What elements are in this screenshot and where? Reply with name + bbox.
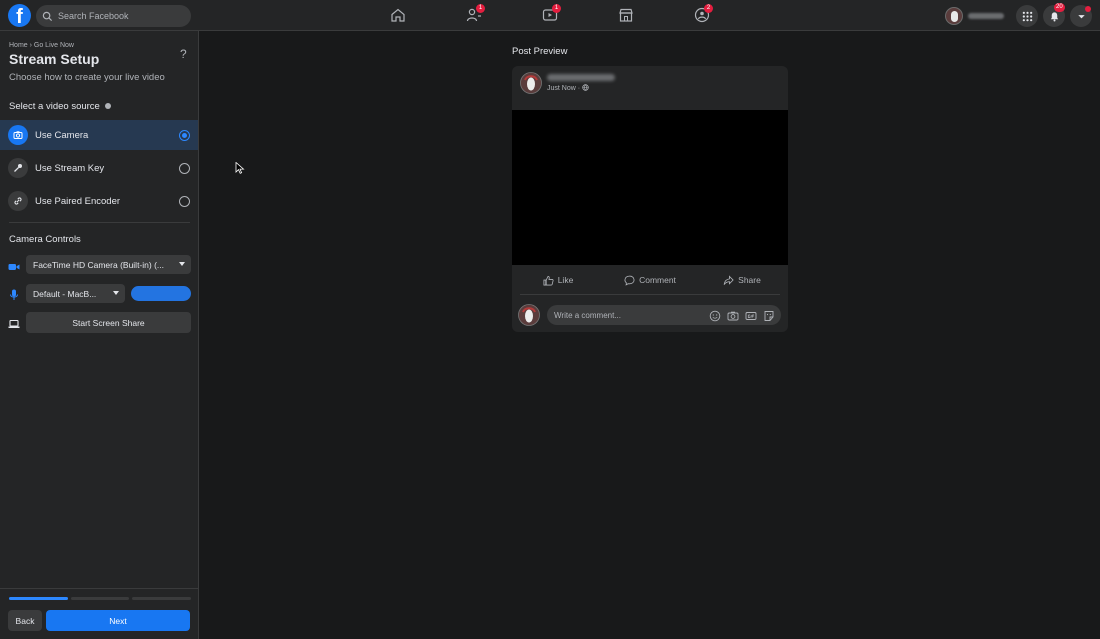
video-camera-icon <box>8 260 20 272</box>
marketplace-icon <box>619 8 633 22</box>
footer-divider <box>0 588 198 589</box>
menu-button[interactable] <box>1016 5 1038 27</box>
groups-badge: 2 <box>704 4 713 13</box>
camera-select-value: FaceTime HD Camera (Built-in) (... <box>33 259 164 270</box>
nav-home[interactable] <box>390 7 408 25</box>
camera-icon <box>8 125 28 145</box>
start-screen-share-button[interactable]: Start Screen Share <box>26 312 191 333</box>
account-alert-dot <box>1085 6 1091 12</box>
facebook-logo-icon[interactable]: f <box>8 4 31 27</box>
comment-box[interactable] <box>547 305 781 325</box>
search-box[interactable] <box>36 5 191 27</box>
avatar <box>518 304 540 326</box>
progress-step-1 <box>9 597 68 600</box>
chevron-down-icon <box>179 262 185 266</box>
avatar <box>945 7 963 25</box>
share-icon <box>723 274 734 285</box>
progress-step-3 <box>132 597 191 600</box>
key-icon <box>8 158 28 178</box>
microphone-icon <box>8 288 20 300</box>
chevron-down-icon <box>113 291 119 295</box>
comment-button[interactable]: Comment <box>604 269 696 291</box>
progress-step-2 <box>71 597 129 600</box>
thumbs-up-icon <box>543 275 554 285</box>
like-button[interactable]: Like <box>512 269 604 291</box>
search-icon <box>42 11 53 21</box>
post-timestamp: Just Now · <box>547 84 589 92</box>
profile-chip[interactable] <box>945 6 1009 26</box>
page-subtitle: Choose how to create your live video <box>9 72 165 83</box>
emoji-icon[interactable] <box>709 309 721 322</box>
divider <box>9 222 190 223</box>
microphone-select[interactable]: Default - MacB... <box>26 284 125 303</box>
nav-groups[interactable]: 2 <box>694 4 713 25</box>
share-label: Share <box>738 275 761 285</box>
source-option-paired-encoder[interactable]: Use Paired Encoder <box>0 186 198 216</box>
back-button[interactable]: Back <box>8 610 42 631</box>
gif-icon[interactable] <box>745 309 757 321</box>
post-author-name-blurred <box>547 74 615 81</box>
source-label: Use Camera <box>35 129 89 141</box>
top-navigation-bar: f 1 1 2 20 <box>0 0 1100 31</box>
bell-icon <box>1050 11 1058 21</box>
post-preview-card: Just Now · Like Comment Share <box>512 66 788 332</box>
radio-button-camera[interactable] <box>179 129 190 141</box>
post-actions: Like Comment Share <box>512 269 788 291</box>
source-option-camera[interactable]: Use Camera <box>0 120 198 150</box>
account-button[interactable] <box>1070 5 1092 27</box>
nav-watch[interactable]: 1 <box>542 4 561 25</box>
search-input[interactable] <box>58 11 178 21</box>
camera-icon[interactable] <box>727 309 739 321</box>
share-button[interactable]: Share <box>696 269 788 291</box>
watch-badge: 1 <box>552 4 561 13</box>
comment-input[interactable] <box>554 310 704 320</box>
friends-badge: 1 <box>476 4 485 13</box>
comment-label: Comment <box>639 275 676 285</box>
mouse-cursor-icon <box>235 162 245 174</box>
comment-icon <box>624 275 635 286</box>
camera-select[interactable]: FaceTime HD Camera (Built-in) (... <box>26 255 191 274</box>
video-source-label: Select a video source <box>9 101 100 112</box>
globe-icon <box>582 84 589 91</box>
avatar <box>520 72 542 94</box>
page-title: Stream Setup <box>9 51 100 67</box>
divider <box>520 294 780 295</box>
video-preview <box>512 110 788 265</box>
audio-level-meter <box>131 286 191 301</box>
profile-name-blurred <box>968 13 1004 19</box>
laptop-icon <box>8 317 20 329</box>
source-option-stream-key[interactable]: Use Stream Key <box>0 153 198 183</box>
video-source-heading: Select a video source <box>9 101 111 112</box>
source-label: Use Paired Encoder <box>35 195 121 207</box>
help-icon[interactable]: ? <box>180 47 187 61</box>
info-icon[interactable] <box>104 103 111 110</box>
post-time-text: Just Now · <box>547 85 583 92</box>
camera-controls-heading: Camera Controls <box>9 234 81 245</box>
notifications-badge: 20 <box>1054 3 1065 12</box>
nav-friends[interactable]: 1 <box>466 4 485 25</box>
like-label: Like <box>557 275 574 285</box>
next-button[interactable]: Next <box>46 610 190 631</box>
home-icon <box>391 8 405 22</box>
microphone-select-value: Default - MacB... <box>33 288 97 299</box>
notifications-button[interactable]: 20 <box>1043 3 1065 27</box>
comment-tools <box>709 309 775 322</box>
grid-menu-icon <box>1022 11 1032 21</box>
link-icon <box>8 191 28 211</box>
post-preview-heading: Post Preview <box>512 46 568 57</box>
stream-setup-panel: Home › Go Live Now ? Stream Setup Choose… <box>0 31 199 639</box>
breadcrumb[interactable]: Home › Go Live Now <box>9 42 74 49</box>
caret-down-icon <box>1077 14 1085 18</box>
nav-marketplace[interactable] <box>618 7 636 25</box>
radio-button-paired-encoder[interactable] <box>179 195 190 207</box>
radio-button-stream-key[interactable] <box>179 162 190 174</box>
sticker-icon[interactable] <box>763 309 775 321</box>
source-label: Use Stream Key <box>35 162 105 174</box>
